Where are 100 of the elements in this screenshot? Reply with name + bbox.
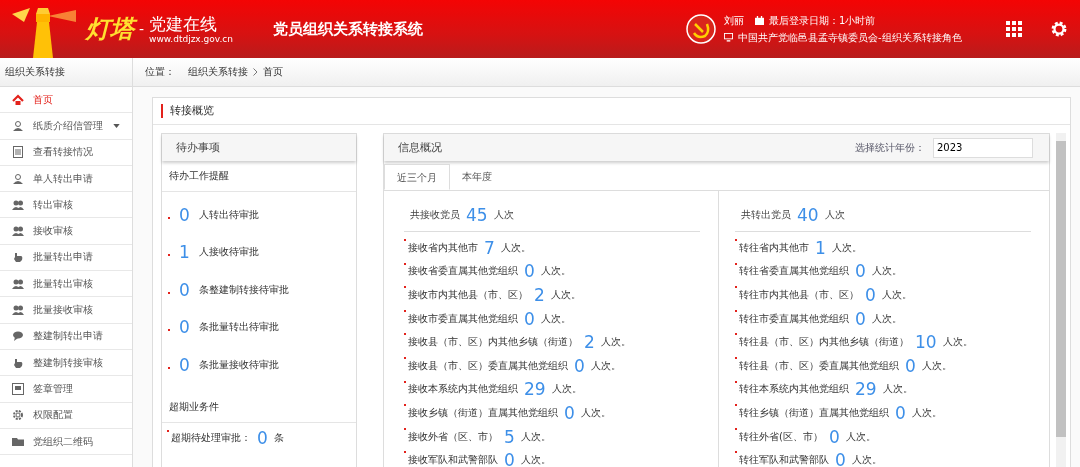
- stat-unit: 人次: [493, 208, 514, 222]
- year-field[interactable]: 2023: [933, 137, 1033, 158]
- stat-unit: 人次。: [882, 382, 913, 397]
- breadcrumb-label: 位置：: [145, 65, 175, 79]
- stat-label: 转往省委直属其他党组织: [739, 264, 849, 279]
- card-title: 信息概况: [398, 140, 442, 155]
- sidebar-item[interactable]: 查看转接情况: [0, 139, 132, 166]
- stat-unit: 人次: [824, 208, 845, 222]
- stat-count: 29: [524, 379, 546, 400]
- stat-unit: 人次。: [590, 358, 621, 373]
- stat-label: 接收省内其他市: [408, 240, 478, 255]
- period-tab[interactable]: 近三个月: [384, 164, 450, 190]
- sidebar-item[interactable]: 整建制转出申请: [0, 323, 132, 350]
- stat-label: 转往市内其他县（市、区）: [739, 288, 859, 302]
- stat-label: 转往省内其他市: [739, 240, 809, 255]
- sidebar-item[interactable]: 整建制转接审核: [0, 349, 132, 377]
- section-heading: 待办工作提醒: [162, 161, 356, 192]
- stat-count: 0: [865, 285, 876, 305]
- reminder-label: 条批量转出待审批: [198, 320, 279, 335]
- scrollbar[interactable]: [1056, 133, 1066, 467]
- stat-total: 45: [466, 205, 488, 225]
- hand-icon: [12, 251, 24, 264]
- stat-count: 7: [484, 237, 495, 258]
- chat-bubble-icon: [12, 330, 24, 343]
- stat-unit: 人次。: [500, 240, 531, 255]
- reminder-label: 人转出待审批: [198, 207, 259, 222]
- home-icon: [12, 93, 24, 106]
- last-login-text: 最后登录日期：1小时前: [769, 13, 876, 28]
- stat-count: 0: [855, 261, 866, 282]
- hand-icon: [12, 356, 24, 369]
- settings-icon[interactable]: [1050, 20, 1068, 38]
- panel-title: 转接概览: [161, 104, 214, 118]
- year-label: 选择统计年份：: [855, 140, 925, 155]
- breadcrumb-link[interactable]: 首页: [263, 65, 283, 79]
- stat-unit: 人次。: [550, 288, 581, 302]
- overdue-label: 超期待处理审批：: [171, 430, 251, 445]
- sidebar-item[interactable]: 党组织二维码: [0, 428, 132, 456]
- stat-unit: 人次。: [871, 264, 902, 279]
- gear-icon: [12, 409, 24, 422]
- card-title: 待办事项: [176, 140, 220, 155]
- stat-unit: 人次。: [600, 335, 631, 350]
- stat-count: 0: [574, 355, 585, 376]
- stat-label: 转往外省(区、市）: [739, 429, 823, 444]
- stat-count: 0: [905, 355, 916, 376]
- stat-label: 转往本系统内其他党组织: [739, 382, 849, 397]
- stat-count: 0: [524, 261, 535, 282]
- people-icon: [12, 225, 24, 238]
- stat-label: 转往县（市、区）内其他乡镇（街道）: [739, 335, 909, 350]
- apps-grid-icon[interactable]: [1006, 21, 1022, 37]
- reminder-label: 条整建制转接待审批: [198, 282, 289, 297]
- person-icon: [12, 172, 24, 185]
- sidebar-item[interactable]: 签章管理: [0, 376, 132, 403]
- sidebar-item[interactable]: 批量转出申请: [0, 244, 132, 272]
- emblem-icon: [686, 14, 716, 44]
- sidebar-item[interactable]: 纸质介绍信管理: [0, 113, 132, 140]
- stat-count: 0: [835, 450, 846, 467]
- stat-unit: 人次。: [851, 453, 882, 467]
- people-icon: [12, 277, 24, 290]
- stat-unit: 人次。: [911, 405, 942, 420]
- stat-unit: 人次。: [580, 405, 611, 420]
- stat-count: 2: [534, 285, 545, 305]
- stat-label: 转往乡镇（街道）直属其他党组织: [739, 405, 889, 420]
- stat-heading: 共转出党员: [741, 208, 791, 222]
- breadcrumb-link[interactable]: 组织关系转接: [188, 65, 248, 79]
- overdue-unit: 条: [273, 430, 284, 445]
- stat-label: 接收县（市、区）委直属其他党组织: [408, 358, 568, 373]
- logo-url: www.dtdjzx.gov.cn: [149, 33, 233, 45]
- stat-label: 接收本系统内其他党组织: [408, 382, 518, 397]
- stat-count: 0: [828, 426, 840, 447]
- stat-label: 接收乡镇（街道）直属其他党组织: [408, 405, 558, 420]
- section-heading: 超期业务件: [162, 391, 356, 423]
- sidebar-item[interactable]: 批量接收审核: [0, 297, 132, 324]
- reminder-label: 人接收待审批: [198, 245, 259, 260]
- stamp-icon: [12, 382, 24, 395]
- stat-count: 0: [524, 308, 535, 329]
- period-tab[interactable]: 本年度: [450, 164, 504, 190]
- stat-label: 转往军队和武警部队: [739, 453, 829, 467]
- sidebar-item[interactable]: 单人转出申请: [0, 165, 132, 193]
- stat-unit: 人次。: [551, 382, 582, 397]
- stat-label: 接收军队和武警部队: [408, 453, 498, 467]
- stat-count: 2: [584, 332, 595, 353]
- stat-count: 1: [815, 237, 826, 258]
- stat-count: 0: [855, 308, 866, 329]
- stat-unit: 人次。: [540, 311, 571, 326]
- sidebar-title: 组织关系转接: [0, 58, 133, 86]
- sidebar-item[interactable]: 首页: [0, 87, 132, 114]
- organization-role: 中国共产党临邑县孟寺镇委员会-组织关系转接角色: [738, 30, 962, 45]
- chevron-right-icon: [253, 68, 258, 76]
- stat-unit: 人次。: [881, 288, 912, 302]
- sidebar-item[interactable]: 接收审核: [0, 218, 132, 245]
- logo-dash: -: [139, 21, 145, 37]
- reminder-label: 条批量接收待审批: [198, 357, 279, 372]
- document-icon: [12, 146, 24, 159]
- stat-unit: 人次。: [520, 429, 551, 444]
- sidebar-item[interactable]: 转出审核: [0, 192, 132, 219]
- sidebar-item[interactable]: 权限配置: [0, 402, 132, 429]
- stat-label: 转往市委直属其他党组织: [739, 311, 849, 326]
- stat-unit: 人次。: [921, 358, 952, 373]
- stat-label: 接收县（市、区）内其他乡镇（街道）: [408, 335, 578, 350]
- sidebar-item[interactable]: 批量转出审核: [0, 271, 132, 298]
